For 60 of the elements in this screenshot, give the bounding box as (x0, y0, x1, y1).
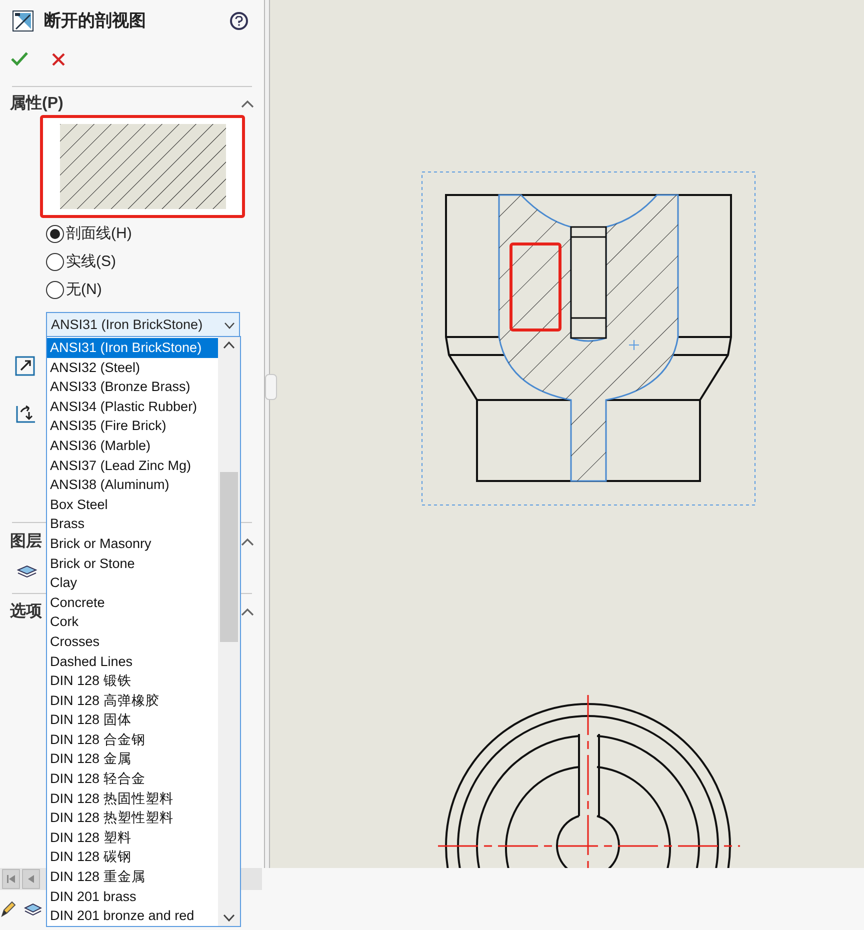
radio-button[interactable] (46, 281, 64, 299)
dropdown-option[interactable]: DIN 128 高弹橡胶 (47, 690, 218, 710)
pencil-icon[interactable] (0, 900, 16, 918)
radio-button[interactable] (46, 225, 64, 243)
close-icon[interactable] (52, 52, 65, 66)
dropdown-option[interactable]: Brick or Masonry (47, 534, 218, 554)
dropdown-option[interactable]: Brass (47, 514, 218, 534)
caret-icon[interactable] (240, 537, 254, 547)
scroll-down-icon[interactable] (223, 914, 235, 922)
dropdown-option[interactable]: Brick or Stone (47, 554, 218, 574)
dropdown-option[interactable]: ANSI38 (Aluminum) (47, 475, 218, 495)
layers-icon[interactable] (24, 902, 42, 916)
dropdown-option[interactable]: DIN 128 重金属 (47, 867, 218, 887)
dropdown-option[interactable]: DIN 128 固体 (47, 710, 218, 730)
help-icon[interactable] (230, 12, 248, 30)
section-title: 图层 (10, 532, 42, 552)
dropdown-option[interactable]: DIN 128 塑料 (47, 828, 218, 848)
section-title: 选项 (10, 602, 42, 622)
caret-icon[interactable] (240, 99, 254, 109)
scale-icon[interactable] (15, 356, 35, 376)
layers-icon[interactable] (17, 564, 37, 578)
chevron-icon (224, 322, 235, 329)
dropdown-option[interactable]: DIN 128 碳钢 (47, 847, 218, 868)
dropdown-option[interactable]: ANSI35 (Fire Brick) (47, 416, 218, 436)
dropdown-option[interactable]: DIN 128 锻铁 (47, 671, 218, 691)
dropdown-option[interactable]: ANSI36 (Marble) (47, 436, 218, 456)
dropdown-option[interactable]: Crosses (47, 632, 218, 652)
radio-label: 实线(S) (66, 252, 116, 272)
radio-label: 无(N) (66, 280, 102, 300)
dropdown-option[interactable]: DIN 128 轻合金 (47, 769, 218, 789)
scrollbar[interactable] (218, 337, 240, 926)
dropdown-option[interactable]: DIN 201 bronze and red (47, 906, 218, 926)
view-boundary[interactable] (422, 172, 756, 506)
dropdown-option[interactable]: DIN 128 热固性塑料 (47, 788, 218, 808)
dropdown-option[interactable]: Clay (47, 573, 218, 593)
radio-button[interactable] (46, 253, 64, 271)
dropdown-option[interactable]: ANSI34 (Plastic Rubber) (47, 396, 218, 416)
dropdown-option[interactable]: Box Steel (47, 494, 218, 514)
previous-icon (27, 874, 35, 884)
dropdown-option[interactable]: ANSI31 (Iron BrickStone) (47, 338, 218, 358)
confirm-icon[interactable] (11, 52, 28, 66)
scroll-up-icon[interactable] (223, 341, 235, 349)
dropdown-option[interactable]: Dashed Lines (47, 652, 218, 672)
radio-label: 剖面线(H) (66, 224, 132, 244)
dropdown-option[interactable]: ANSI33 (Bronze Brass) (47, 377, 218, 397)
dropdown-option[interactable]: DIN 201 brass (47, 886, 218, 906)
section-title: 属性(P) (10, 94, 64, 114)
dropdown-option[interactable]: DIN 128 合金钢 (47, 730, 218, 750)
first-page-icon (6, 874, 16, 884)
splitter-handle[interactable] (265, 374, 277, 400)
dropdown-option[interactable]: DIN 128 热塑性塑料 (47, 808, 218, 828)
dropdown-option[interactable]: ANSI37 (Lead Zinc Mg) (47, 456, 218, 476)
dropdown-option[interactable]: Cork (47, 612, 218, 632)
dropdown-option[interactable]: ANSI32 (Steel) (47, 358, 218, 378)
dropdown-option[interactable]: DIN 128 金属 (47, 749, 218, 770)
section-view-icon (12, 10, 34, 32)
dropdown-option[interactable]: Concrete (47, 592, 218, 612)
panel-title: 断开的剖视图 (44, 10, 147, 32)
caret-icon[interactable] (240, 607, 254, 617)
scroll-thumb[interactable] (220, 472, 238, 642)
